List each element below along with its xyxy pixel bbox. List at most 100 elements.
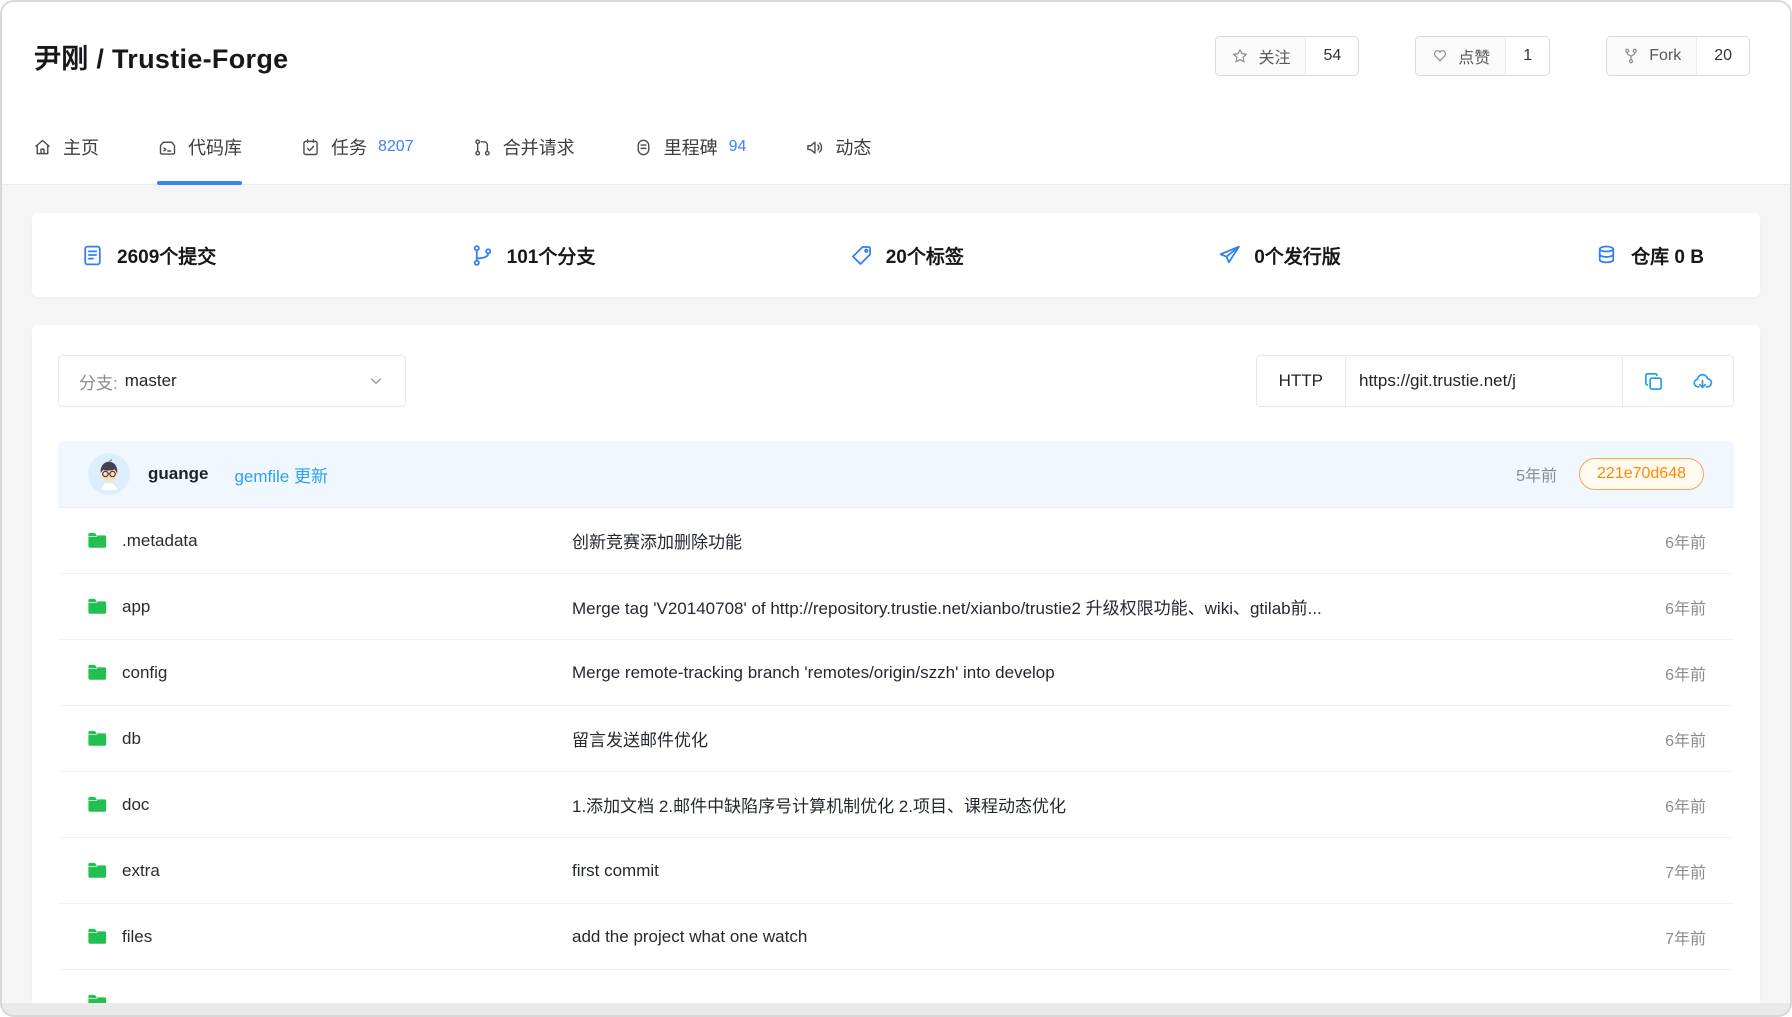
clone-url-group: HTTP https://git.trustie.net/j xyxy=(1256,355,1734,407)
branch-icon xyxy=(470,243,495,268)
file-commit-time: 7年前 xyxy=(1622,925,1706,949)
file-name[interactable]: extra xyxy=(122,861,160,881)
file-row[interactable]: files add the project what one watch 7年前 xyxy=(58,904,1734,970)
fork-count: 20 xyxy=(1697,37,1749,75)
file-commit-message[interactable]: 1.添加文档 2.邮件中缺陷序号计算机制优化 2.项目、课程动态优化 xyxy=(572,792,1622,817)
fork-label: Fork xyxy=(1649,47,1681,65)
file-name[interactable]: files xyxy=(122,927,152,947)
heart-icon xyxy=(1431,47,1449,65)
latest-commit-row: guange gemfile 更新 5年前 221e70d648 xyxy=(58,441,1734,508)
file-name[interactable]: doc xyxy=(122,795,149,815)
folder-icon xyxy=(86,661,109,684)
tab-repository-label: 代码库 xyxy=(188,134,242,160)
tab-home[interactable]: 主页 xyxy=(32,110,99,184)
file-commit-message[interactable]: 创新竞赛添加删除功能 xyxy=(572,528,1622,553)
branch-selector[interactable]: 分支: master xyxy=(58,355,406,407)
star-icon xyxy=(1231,47,1249,65)
download-icon[interactable] xyxy=(1691,370,1714,393)
like-label: 点赞 xyxy=(1458,44,1490,68)
file-commit-time: 6年前 xyxy=(1622,661,1706,685)
file-name[interactable]: db xyxy=(122,729,141,749)
protocol-selector[interactable]: HTTP xyxy=(1257,356,1346,406)
file-commit-message[interactable]: first commit xyxy=(572,861,1622,881)
stat-commits[interactable]: 2609个提交 xyxy=(80,242,216,269)
folder-icon xyxy=(86,595,109,618)
file-row[interactable]: .metadata 创新竞赛添加删除功能 6年前 xyxy=(58,508,1734,574)
stat-repo-size[interactable]: 仓库 0 B xyxy=(1594,242,1704,269)
commit-author[interactable]: guange xyxy=(148,464,208,484)
commit-hash-badge[interactable]: 221e70d648 xyxy=(1579,458,1704,490)
tab-issues-count: 8207 xyxy=(378,138,414,156)
file-row[interactable]: db 留言发送邮件优化 6年前 xyxy=(58,706,1734,772)
tab-issues[interactable]: 任务 8207 xyxy=(300,110,414,184)
page-title: 尹刚 / Trustie-Forge xyxy=(34,37,288,76)
stat-releases-label: 0个发行版 xyxy=(1254,242,1341,269)
file-row[interactable]: app Merge tag 'V20140708' of http://repo… xyxy=(58,574,1734,640)
file-commit-time: 6年前 xyxy=(1622,727,1706,751)
file-commit-time: 7年前 xyxy=(1622,859,1706,883)
tasks-icon xyxy=(300,137,321,158)
folder-icon xyxy=(86,727,109,750)
tab-merge-requests-label: 合并请求 xyxy=(503,134,575,160)
file-row[interactable]: extra first commit 7年前 xyxy=(58,838,1734,904)
app-window: 尹刚 / Trustie-Forge 关注 54 点赞 1 Fork xyxy=(0,0,1792,1017)
stat-repo-size-label: 仓库 0 B xyxy=(1631,242,1704,269)
copy-icon[interactable] xyxy=(1642,370,1665,393)
file-name[interactable]: app xyxy=(122,597,150,617)
file-commit-time: 6年前 xyxy=(1622,793,1706,817)
tab-activity-label: 动态 xyxy=(835,134,871,160)
repo-browser-card: 分支: master HTTP https://git.trustie.net/… xyxy=(32,325,1760,1017)
home-icon xyxy=(32,137,53,158)
tab-milestones[interactable]: 里程碑 94 xyxy=(633,110,747,184)
chevron-down-icon xyxy=(367,372,385,390)
repo-stats-bar: 2609个提交 101个分支 20个标签 0个发行版 仓库 0 B xyxy=(32,213,1760,297)
header-actions: 关注 54 点赞 1 Fork 20 xyxy=(1215,36,1750,76)
file-commit-message[interactable]: 留言发送邮件优化 xyxy=(572,726,1622,751)
branch-label: 分支: xyxy=(79,369,118,394)
folder-icon xyxy=(86,529,109,552)
like-button[interactable]: 点赞 1 xyxy=(1415,36,1550,76)
release-icon xyxy=(1217,243,1242,268)
file-name[interactable]: .metadata xyxy=(122,531,198,551)
folder-icon xyxy=(86,793,109,816)
file-row[interactable]: config Merge remote-tracking branch 'rem… xyxy=(58,640,1734,706)
clone-url-field[interactable]: https://git.trustie.net/j xyxy=(1346,356,1622,406)
tab-repository[interactable]: 代码库 xyxy=(157,110,242,184)
stat-branches[interactable]: 101个分支 xyxy=(470,242,596,269)
commits-icon xyxy=(80,243,105,268)
tab-activity[interactable]: 动态 xyxy=(804,110,871,184)
folder-icon xyxy=(86,925,109,948)
stat-tags[interactable]: 20个标签 xyxy=(849,242,964,269)
merge-icon xyxy=(472,137,493,158)
file-commit-time: 6年前 xyxy=(1622,529,1706,553)
file-name[interactable]: config xyxy=(122,663,167,683)
fork-button[interactable]: Fork 20 xyxy=(1606,36,1750,76)
tab-bar: 主页 代码库 任务 8207 合并请求 里程碑 94 动态 xyxy=(2,110,1790,185)
stat-releases[interactable]: 0个发行版 xyxy=(1217,242,1341,269)
avatar-image xyxy=(88,453,130,495)
tag-icon xyxy=(849,243,874,268)
commit-message-link[interactable]: gemfile 更新 xyxy=(234,462,328,487)
file-row[interactable]: doc 1.添加文档 2.邮件中缺陷序号计算机制优化 2.项目、课程动态优化 6… xyxy=(58,772,1734,838)
commit-time: 5年前 xyxy=(1516,462,1557,486)
repo-icon xyxy=(157,137,178,158)
file-commit-message[interactable]: Merge tag 'V20140708' of http://reposito… xyxy=(572,594,1622,619)
watch-button[interactable]: 关注 54 xyxy=(1215,36,1359,76)
file-commit-message[interactable]: add the project what one watch xyxy=(572,927,1622,947)
file-commit-message[interactable]: Merge remote-tracking branch 'remotes/or… xyxy=(572,663,1622,683)
watch-count: 54 xyxy=(1306,37,1358,75)
stat-tags-label: 20个标签 xyxy=(886,242,964,269)
clone-actions xyxy=(1622,356,1733,406)
fork-icon xyxy=(1622,47,1640,65)
tab-home-label: 主页 xyxy=(63,134,99,160)
avatar[interactable] xyxy=(88,453,130,495)
tab-issues-label: 任务 xyxy=(331,134,367,160)
activity-icon xyxy=(804,137,825,158)
like-count: 1 xyxy=(1506,37,1549,75)
folder-icon xyxy=(86,859,109,882)
tab-merge-requests[interactable]: 合并请求 xyxy=(472,110,575,184)
tab-milestones-label: 里程碑 xyxy=(664,134,718,160)
repo-header: 尹刚 / Trustie-Forge 关注 54 点赞 1 Fork xyxy=(2,2,1790,110)
repo-toolbar: 分支: master HTTP https://git.trustie.net/… xyxy=(58,355,1734,407)
watch-label: 关注 xyxy=(1258,44,1290,68)
